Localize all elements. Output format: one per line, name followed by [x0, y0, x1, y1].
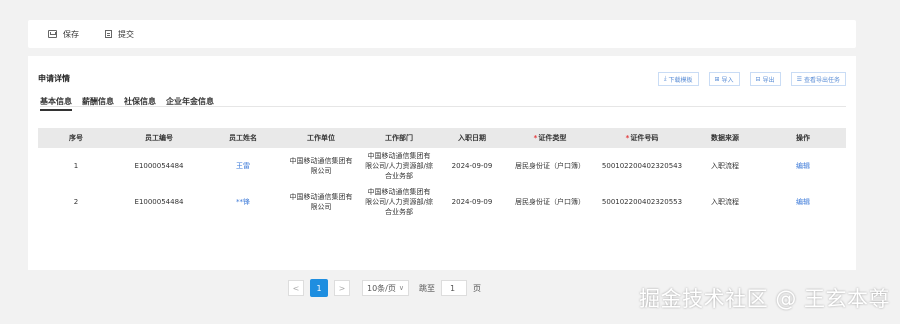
cell-employee-number: E1000054484	[134, 162, 184, 170]
pagination: < 1 > 10条/页 ∨ 跳至 1 页	[288, 279, 481, 297]
save-button[interactable]: 保存	[48, 29, 79, 40]
column-header: 入职日期	[438, 128, 506, 148]
panel-title: 申请详情	[38, 74, 70, 83]
save-icon	[48, 30, 57, 38]
view-export-tasks-label: 查看导出任务	[803, 76, 840, 84]
page-number-current[interactable]: 1	[310, 279, 328, 297]
cell-department: 中国移动通信集团有 限公司/人力资源部/综 合业务部	[360, 148, 438, 184]
jump-page-input[interactable]: 1	[441, 280, 467, 296]
export-icon: ⊟	[755, 75, 761, 83]
chevron-down-icon: ∨	[398, 284, 404, 292]
action-bar: ⤓ 下载模板 ⊞ 导入 ⊟ 导出 ☰ 查看导出任务	[648, 72, 846, 86]
edit-link[interactable]: 编辑	[760, 184, 846, 220]
cell-line: 限公司	[310, 203, 332, 211]
required-asterisk: *	[533, 134, 538, 142]
cell-line: 限公司	[310, 167, 332, 175]
column-header-required: *证件类型	[506, 128, 594, 148]
page-size-value: 10条/页	[367, 283, 396, 293]
page-unit-label: 页	[473, 283, 481, 293]
table-header-row: 序号 员工编号 员工姓名 工作单位 工作部门 入职日期 *证件类型 *证件号码 …	[38, 128, 846, 148]
cell-employee-number: E1000054484	[134, 198, 184, 206]
column-header: 工作部门	[360, 128, 438, 148]
document-icon	[105, 30, 112, 38]
column-header-required: *证件号码	[594, 128, 690, 148]
tab-divider	[40, 106, 846, 107]
cell-index: 1	[73, 162, 79, 170]
view-export-tasks-button[interactable]: ☰ 查看导出任务	[790, 72, 846, 86]
cell-line: 合业务部	[385, 208, 413, 216]
cell-index: 2	[73, 198, 79, 206]
column-header-label: 证件类型	[538, 134, 567, 142]
tab-salary-info[interactable]: 薪酬信息	[82, 96, 114, 111]
download-template-button[interactable]: ⤓ 下载模板	[657, 72, 699, 86]
chevron-right-icon: >	[338, 283, 346, 293]
cell-data-source: 入职流程	[711, 162, 739, 170]
prev-page-button[interactable]: <	[288, 280, 304, 296]
cell-line: 中国移动通信集团有	[289, 193, 353, 201]
cell-id-type: 居民身份证（户口簿）	[515, 162, 585, 170]
cell-line: 限公司/人力资源部/综	[365, 198, 433, 206]
column-header: 工作单位	[282, 128, 360, 148]
submit-button[interactable]: 提交	[105, 29, 134, 40]
page-size-select[interactable]: 10条/页 ∨	[362, 280, 409, 296]
tab-social-security-info[interactable]: 社保信息	[124, 96, 156, 111]
cell-hire-date: 2024-09-09	[451, 162, 493, 170]
cell-work-unit: 中国移动通信集团有 限公司	[282, 148, 360, 184]
jump-label: 跳至	[419, 283, 435, 293]
cell-id-number: 500102200402320543	[601, 162, 683, 170]
cell-department: 中国移动通信集团有 限公司/人力资源部/综 合业务部	[360, 184, 438, 220]
submit-label: 提交	[118, 29, 134, 39]
cell-employee-name-link[interactable]: **锋	[204, 184, 282, 220]
cell-line: 中国移动通信集团有	[289, 157, 353, 165]
table-row: 1 E1000054484 王雷 中国移动通信集团有 限公司 中国移动通信集团有限…	[38, 148, 846, 184]
tab-bar: 基本信息 薪酬信息 社保信息 企业年金信息	[40, 96, 224, 111]
column-header-label: 证件号码	[630, 134, 659, 142]
column-header: 员工编号	[114, 128, 204, 148]
cell-hire-date: 2024-09-09	[451, 198, 493, 206]
cell-line: 中国移动通信集团有	[367, 152, 431, 160]
tab-enterprise-annuity-info[interactable]: 企业年金信息	[166, 96, 214, 111]
cell-line: 中国移动通信集团有	[367, 188, 431, 196]
column-header: 操作	[760, 128, 846, 148]
next-page-button[interactable]: >	[334, 280, 350, 296]
column-header: 数据来源	[690, 128, 760, 148]
chevron-left-icon: <	[292, 283, 300, 293]
watermark: 掘金技术社区 @ 王玄本尊	[639, 287, 890, 311]
save-label: 保存	[63, 29, 79, 39]
cell-work-unit: 中国移动通信集团有 限公司	[282, 184, 360, 220]
download-icon: ⤓	[663, 75, 667, 82]
import-button[interactable]: ⊞ 导入	[708, 72, 740, 86]
cell-line: 合业务部	[385, 172, 413, 180]
import-icon: ⊞	[714, 75, 720, 83]
cell-id-type: 居民身份证（户口簿）	[515, 198, 585, 206]
tab-basic-info[interactable]: 基本信息	[40, 96, 72, 111]
column-header: 序号	[38, 128, 114, 148]
cell-id-number: 500102200402320553	[601, 198, 683, 206]
task-icon: ☰	[796, 75, 802, 83]
required-asterisk: *	[625, 134, 630, 142]
export-label: 导出	[762, 76, 775, 84]
application-detail-panel: 申请详情 ⤓ 下载模板 ⊞ 导入 ⊟ 导出 ☰ 查看导出任务 基本信息 薪酬信息…	[28, 56, 856, 270]
table-row: 2 E1000054484 **锋 中国移动通信集团有 限公司 中国移动通信集团有…	[38, 184, 846, 220]
column-header: 员工姓名	[204, 128, 282, 148]
cell-employee-name-link[interactable]: 王雷	[204, 148, 282, 184]
download-template-label: 下载模板	[668, 76, 693, 84]
import-label: 导入	[721, 76, 734, 84]
employee-table: 序号 员工编号 员工姓名 工作单位 工作部门 入职日期 *证件类型 *证件号码 …	[38, 128, 846, 220]
edit-link[interactable]: 编辑	[760, 148, 846, 184]
toolbar: 保存 提交	[28, 20, 856, 48]
cell-line: 限公司/人力资源部/综	[365, 162, 433, 170]
export-button[interactable]: ⊟ 导出	[749, 72, 781, 86]
cell-data-source: 入职流程	[711, 198, 739, 206]
